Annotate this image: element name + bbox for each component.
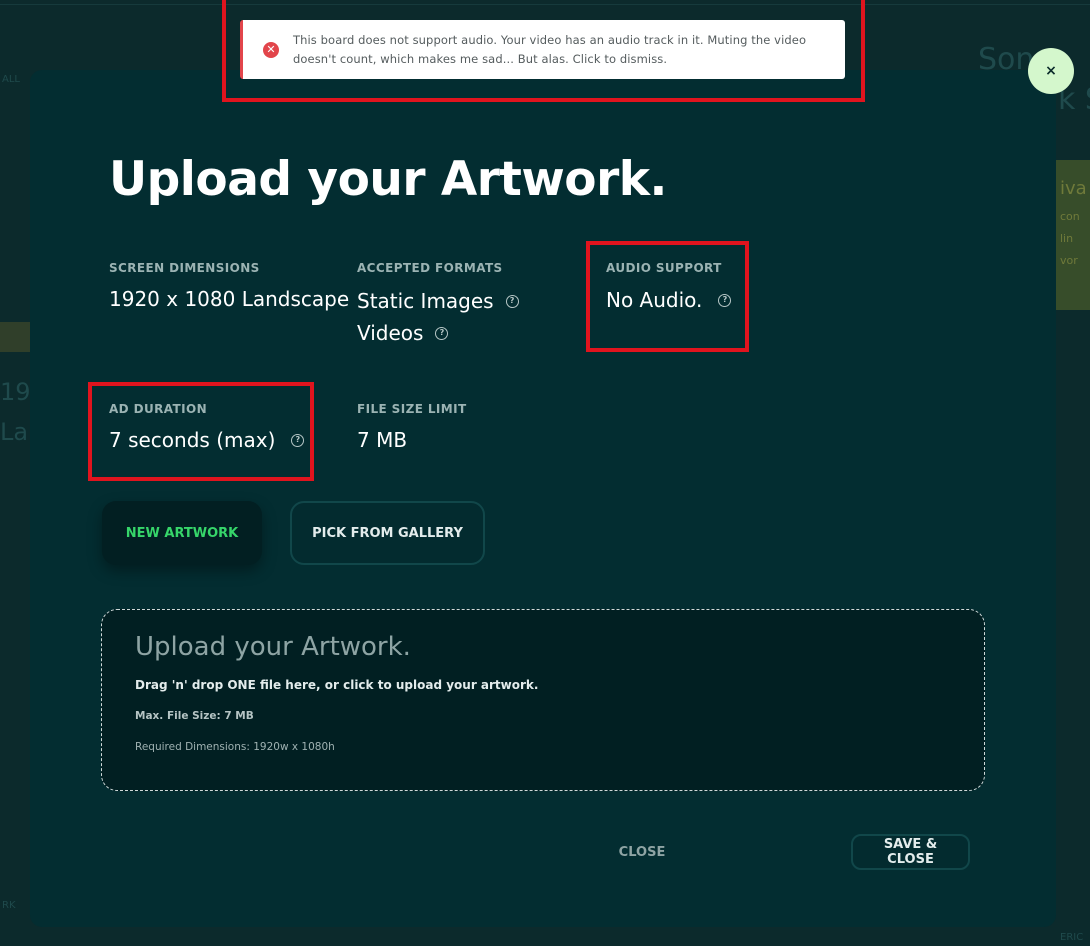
background-value-fragment: Lan: [0, 418, 30, 446]
background-card-fragment: vor: [1060, 254, 1078, 267]
background-label-fragment: RK: [2, 900, 16, 911]
new-artwork-button[interactable]: NEW ARTWORK: [102, 501, 262, 565]
screen-dimensions-value: 1920 x 1080 Landscape: [109, 287, 349, 311]
accepted-formats-label: ACCEPTED FORMATS: [357, 261, 503, 275]
accepted-format-text: Static Images: [357, 289, 494, 313]
background-value-fragment: 1920: [0, 378, 30, 406]
save-and-close-button[interactable]: SAVE & CLOSE: [851, 834, 970, 870]
background-label-fragment: ALL: [2, 74, 20, 85]
toast-message: This board does not support audio. Your …: [293, 32, 807, 66]
artwork-dropzone[interactable]: Upload your Artwork. Drag 'n' drop ONE f…: [101, 609, 985, 791]
background-card-fragment: lin: [1060, 232, 1074, 245]
file-size-limit-value: 7 MB: [357, 428, 407, 452]
error-toast[interactable]: ✕ This board does not support audio. You…: [240, 20, 845, 79]
background-tag: [0, 322, 30, 352]
file-size-limit-text: 7 MB: [357, 428, 408, 452]
file-size-limit-label: FILE SIZE LIMIT: [357, 402, 467, 416]
audio-support-highlight: [586, 241, 749, 352]
close-button[interactable]: CLOSE: [600, 836, 684, 868]
background-card-fragment: con: [1060, 210, 1080, 223]
dropzone-title: Upload your Artwork.: [135, 632, 411, 662]
screen-dimensions-text: 1920 x 1080 Landscape: [109, 287, 350, 311]
dropzone-max-size: Max. File Size: 7 MB: [135, 710, 254, 722]
help-icon[interactable]: ?: [435, 326, 449, 340]
background-card-fragment: iva: [1060, 178, 1087, 199]
close-modal-icon[interactable]: ×: [1028, 48, 1074, 94]
dropzone-required-dimensions: Required Dimensions: 1920w x 1080h: [135, 741, 335, 753]
pick-from-gallery-button[interactable]: PICK FROM GALLERY: [290, 501, 485, 565]
modal-title: Upload your Artwork.: [109, 152, 667, 207]
accepted-format-static-images: Static Images ?: [357, 289, 519, 313]
help-icon[interactable]: ?: [505, 294, 519, 308]
screen-dimensions-label: SCREEN DIMENSIONS: [109, 261, 260, 275]
accepted-format-videos: Videos ?: [357, 321, 449, 345]
dropzone-instructions: Drag 'n' drop ONE file here, or click to…: [135, 678, 539, 692]
ad-duration-highlight: [88, 382, 314, 481]
accepted-format-text: Videos: [357, 321, 424, 345]
background-label-fragment: ERIC: [1060, 932, 1084, 943]
error-x-icon: ✕: [263, 41, 279, 58]
